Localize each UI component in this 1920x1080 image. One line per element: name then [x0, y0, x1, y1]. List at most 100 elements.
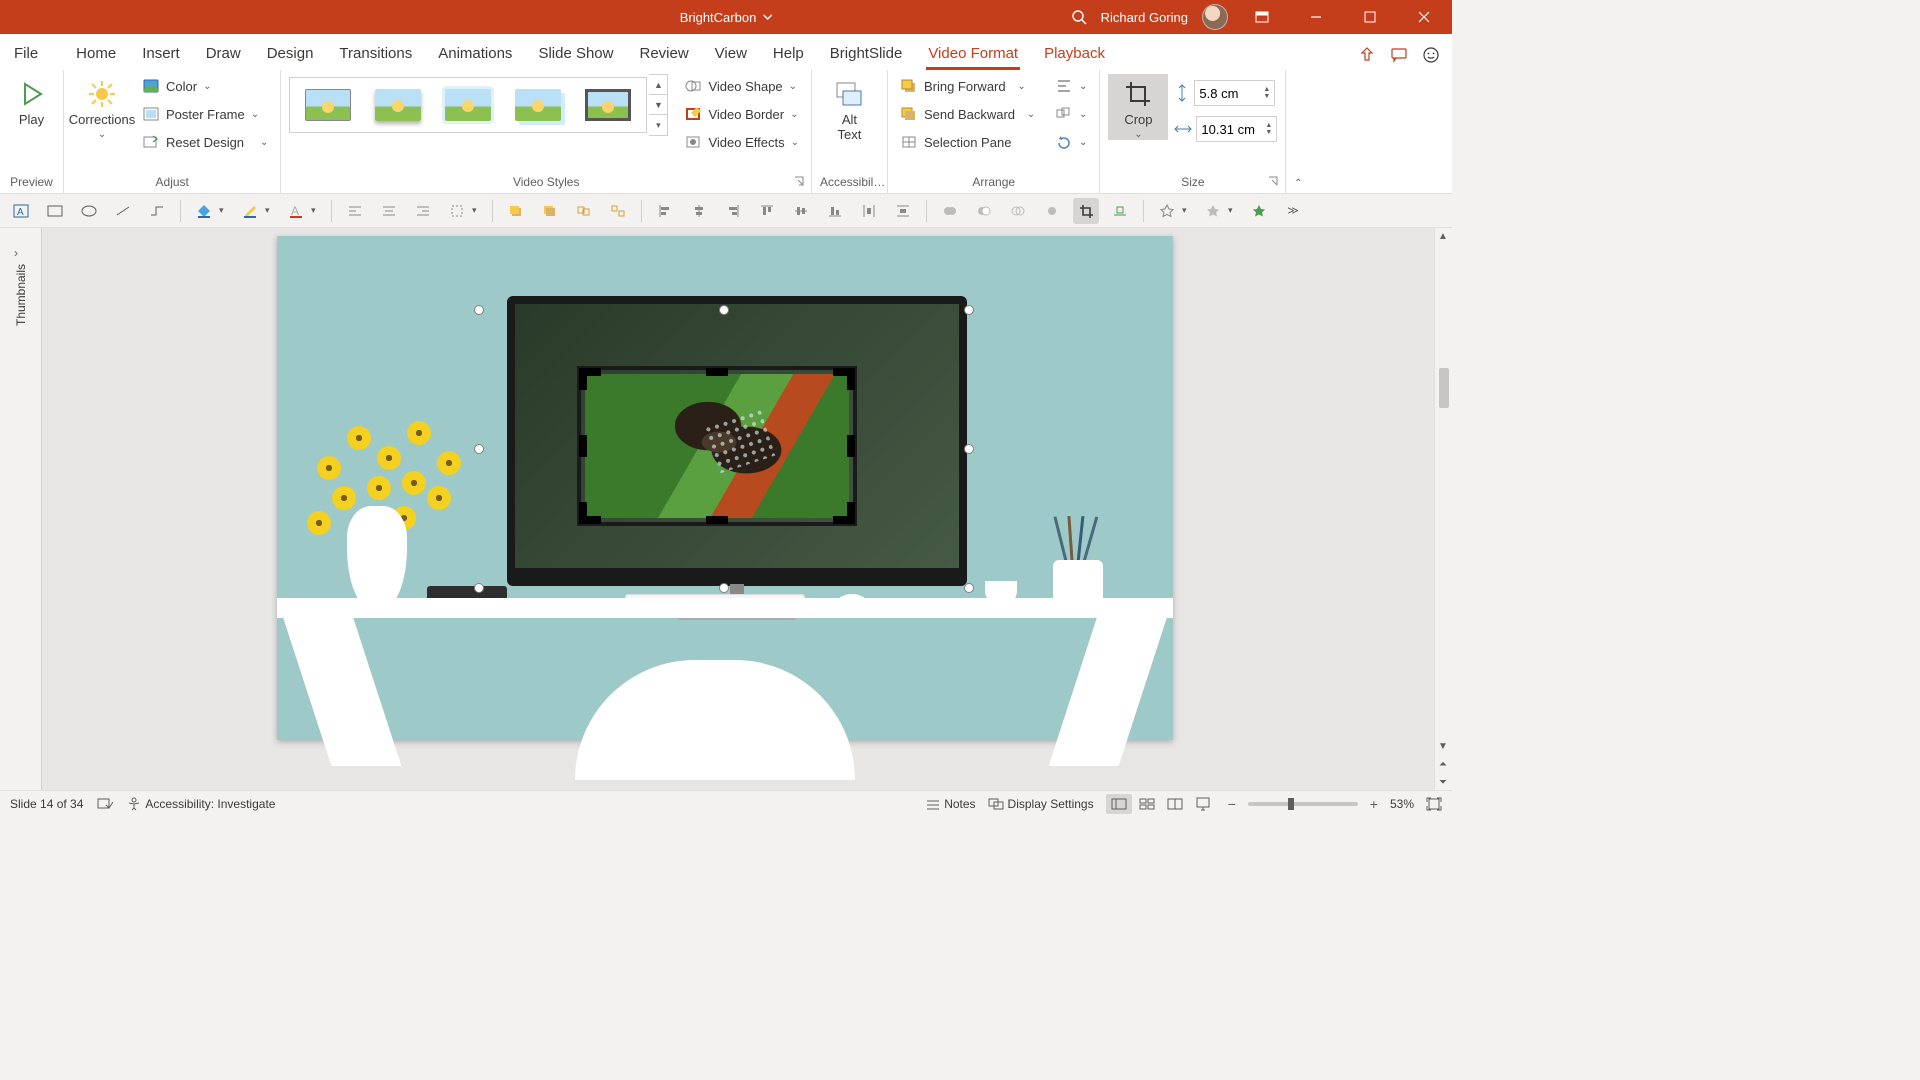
tab-home[interactable]: Home: [74, 39, 118, 70]
style-thumb[interactable]: [510, 84, 566, 126]
more-icon[interactable]: ≫: [1280, 198, 1306, 224]
connector-icon[interactable]: [144, 198, 170, 224]
align-objects-left-icon[interactable]: [652, 198, 678, 224]
next-slide-icon[interactable]: ⏷: [1434, 774, 1452, 790]
tab-file[interactable]: File: [12, 39, 40, 70]
scroll-up-icon[interactable]: ▲: [1434, 228, 1452, 244]
dialog-launcher-icon[interactable]: [793, 175, 805, 187]
crop-region[interactable]: [577, 366, 857, 526]
align-right-icon[interactable]: [410, 198, 436, 224]
notes-button[interactable]: Notes: [926, 797, 975, 811]
play-button[interactable]: Play: [8, 74, 55, 127]
send-back-icon[interactable]: [537, 198, 563, 224]
bring-forward-button[interactable]: Bring Forward: [896, 74, 1010, 98]
scroll-down-icon[interactable]: ▼: [1434, 738, 1452, 754]
collapse-ribbon-icon[interactable]: ⌃: [1294, 178, 1302, 189]
resize-handle[interactable]: [474, 444, 484, 454]
align-center-icon[interactable]: [376, 198, 402, 224]
tab-brightslide[interactable]: BrightSlide: [828, 39, 905, 70]
fit-window-icon[interactable]: [1426, 797, 1442, 811]
zoom-out-icon[interactable]: −: [1228, 796, 1236, 812]
maximize-icon[interactable]: [1350, 0, 1390, 34]
poster-frame-button[interactable]: Poster Frame⌄: [138, 102, 272, 126]
tab-help[interactable]: Help: [771, 39, 806, 70]
align-button[interactable]: ⌄: [1051, 74, 1091, 98]
emoji-icon[interactable]: [1422, 46, 1440, 64]
slideshow-view-icon[interactable]: [1190, 794, 1216, 814]
merge-union-icon[interactable]: [937, 198, 963, 224]
resize-handle[interactable]: [474, 583, 484, 593]
reset-design-button[interactable]: Reset Design⌄: [138, 130, 272, 154]
crop-handle[interactable]: [579, 435, 587, 457]
width-input[interactable]: ▲▼: [1196, 116, 1277, 142]
share-icon[interactable]: [1358, 46, 1376, 64]
accessibility-status[interactable]: Accessibility: Investigate: [127, 797, 275, 811]
minimize-icon[interactable]: [1296, 0, 1336, 34]
group-button[interactable]: ⌄: [1051, 102, 1091, 126]
height-input[interactable]: ▲▼: [1194, 80, 1275, 106]
line-icon[interactable]: [110, 198, 136, 224]
vertical-scrollbar[interactable]: ▲ ▼ ⏶ ⏷: [1434, 228, 1452, 790]
zoom-level[interactable]: 53%: [1390, 797, 1414, 811]
tab-design[interactable]: Design: [265, 39, 316, 70]
merge-combine-icon[interactable]: [971, 198, 997, 224]
rectangle-icon[interactable]: [42, 198, 68, 224]
video-shape-button[interactable]: Video Shape⌄: [680, 74, 803, 98]
alt-text-button[interactable]: Alt Text: [820, 74, 879, 142]
style-thumb[interactable]: [370, 84, 426, 126]
fill-icon[interactable]: [191, 198, 217, 224]
selection-pane-button[interactable]: Selection Pane: [896, 130, 1015, 154]
style-thumb[interactable]: [580, 84, 636, 126]
thumbnail-pane[interactable]: › Thumbnails: [0, 228, 42, 790]
zoom-slider[interactable]: [1248, 802, 1358, 806]
style-thumb[interactable]: [300, 84, 356, 126]
tab-transitions[interactable]: Transitions: [337, 39, 414, 70]
ribbon-display-icon[interactable]: [1242, 0, 1282, 34]
merge-intersect-icon[interactable]: [1039, 198, 1065, 224]
prev-slide-icon[interactable]: ⏶: [1434, 756, 1452, 772]
tab-slideshow[interactable]: Slide Show: [536, 39, 615, 70]
chevron-down-icon[interactable]: ⌄: [1023, 109, 1039, 120]
crop-handle[interactable]: [706, 368, 728, 376]
spell-check-icon[interactable]: [97, 797, 113, 811]
crop-qat-icon[interactable]: [1073, 198, 1099, 224]
tab-animations[interactable]: Animations: [436, 39, 514, 70]
crop-handle[interactable]: [579, 502, 587, 524]
gallery-scroll[interactable]: ▲▼▾: [649, 74, 668, 136]
sorter-view-icon[interactable]: [1134, 794, 1160, 814]
resize-handle[interactable]: [964, 444, 974, 454]
ungroup-icon[interactable]: [605, 198, 631, 224]
align-objects-middle-icon[interactable]: [788, 198, 814, 224]
close-icon[interactable]: [1404, 0, 1444, 34]
star-fill-icon[interactable]: [1200, 198, 1226, 224]
align-objects-top-icon[interactable]: [754, 198, 780, 224]
window-title[interactable]: BrightCarbon: [680, 10, 773, 25]
crop-handle[interactable]: [706, 516, 728, 524]
crop-handle[interactable]: [579, 368, 587, 390]
tab-draw[interactable]: Draw: [204, 39, 243, 70]
align-menu-icon[interactable]: [444, 198, 470, 224]
align-objects-right-icon[interactable]: [720, 198, 746, 224]
color-button[interactable]: Color⌄: [138, 74, 272, 98]
tab-insert[interactable]: Insert: [140, 39, 182, 70]
crop-handle[interactable]: [847, 502, 855, 524]
corrections-button[interactable]: Corrections ⌄: [72, 74, 132, 140]
bring-front-icon[interactable]: [503, 198, 529, 224]
star-green-icon[interactable]: [1246, 198, 1272, 224]
video-effects-button[interactable]: Video Effects⌄: [680, 130, 803, 154]
scrollbar-thumb[interactable]: [1439, 368, 1449, 408]
resize-handle[interactable]: [964, 583, 974, 593]
align-objects-bottom-icon[interactable]: [822, 198, 848, 224]
tab-video-format[interactable]: Video Format: [926, 39, 1020, 70]
resize-handle[interactable]: [719, 583, 729, 593]
merge-fragment-icon[interactable]: [1005, 198, 1031, 224]
align-objects-center-icon[interactable]: [686, 198, 712, 224]
dialog-launcher-icon[interactable]: [1267, 175, 1279, 187]
tab-playback[interactable]: Playback: [1042, 39, 1107, 70]
tab-view[interactable]: View: [713, 39, 749, 70]
zoom-in-icon[interactable]: +: [1370, 796, 1378, 812]
resize-handle[interactable]: [964, 305, 974, 315]
distribute-h-icon[interactable]: [856, 198, 882, 224]
textbox-icon[interactable]: A: [8, 198, 34, 224]
font-color-icon[interactable]: A: [283, 198, 309, 224]
